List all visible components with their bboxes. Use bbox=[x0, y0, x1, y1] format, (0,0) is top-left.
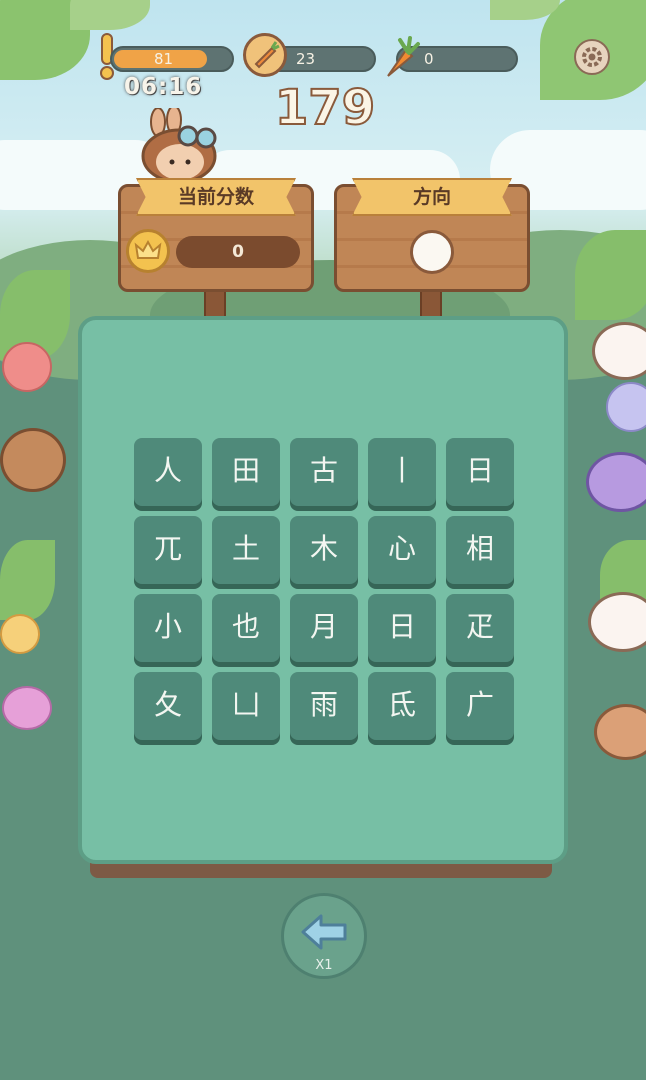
character-tile[interactable]: 雨 bbox=[290, 672, 358, 740]
character-tile[interactable]: 疋 bbox=[446, 594, 514, 662]
carrot-coin-value: 23 bbox=[296, 50, 316, 68]
character-tile[interactable]: 日 bbox=[368, 594, 436, 662]
character-tile[interactable]: 相 bbox=[446, 516, 514, 584]
bunny-aviator-character bbox=[0, 428, 66, 492]
character-tile[interactable]: 木 bbox=[290, 516, 358, 584]
character-tile[interactable]: 也 bbox=[212, 594, 280, 662]
flower-decoration bbox=[2, 342, 52, 392]
current-score-value: 0 bbox=[176, 236, 300, 268]
game-scene: 81 23 0 06:16 179 当前分数 方向 0 人 田 古 丨 日 兀 … bbox=[0, 0, 646, 1080]
crown-icon bbox=[126, 229, 170, 273]
direction-label: 方向 bbox=[352, 178, 512, 216]
energy-bar: 81 bbox=[110, 46, 234, 72]
carrot-coin-icon bbox=[243, 33, 287, 77]
character-tile[interactable]: 月 bbox=[290, 594, 358, 662]
character-tile[interactable]: 日 bbox=[446, 438, 514, 506]
flower-decoration bbox=[0, 614, 40, 654]
character-tile[interactable]: 田 bbox=[212, 438, 280, 506]
character-tile[interactable]: 丨 bbox=[368, 438, 436, 506]
bunny-aviator-mascot bbox=[138, 105, 220, 184]
leaf-decoration bbox=[0, 540, 55, 620]
leaf-decoration bbox=[575, 230, 646, 320]
character-tile[interactable]: 氐 bbox=[368, 672, 436, 740]
current-score-label: 当前分数 bbox=[136, 178, 296, 216]
character-grid: 人田古丨日兀土木心相小也月日疋夂凵雨氐广 bbox=[134, 438, 516, 740]
character-tile[interactable]: 广 bbox=[446, 672, 514, 740]
undo-count: X1 bbox=[315, 958, 333, 973]
undo-back-button[interactable]: X1 bbox=[281, 893, 367, 979]
character-tile[interactable]: 人 bbox=[134, 438, 202, 506]
settings-gear-icon[interactable] bbox=[574, 39, 610, 75]
character-tile[interactable]: 夂 bbox=[134, 672, 202, 740]
back-arrow-icon bbox=[299, 912, 351, 956]
character-tile[interactable]: 兀 bbox=[134, 516, 202, 584]
character-tile[interactable]: 小 bbox=[134, 594, 202, 662]
flower-decoration bbox=[2, 686, 52, 730]
character-tile[interactable]: 凵 bbox=[212, 672, 280, 740]
character-tile[interactable]: 心 bbox=[368, 516, 436, 584]
character-tile[interactable]: 土 bbox=[212, 516, 280, 584]
character-tile[interactable]: 古 bbox=[290, 438, 358, 506]
direction-indicator bbox=[410, 230, 454, 274]
carrot-value: 0 bbox=[424, 50, 434, 68]
carrot-icon bbox=[380, 32, 420, 80]
energy-value: 81 bbox=[154, 50, 174, 68]
countdown-timer: 06:16 bbox=[124, 74, 203, 100]
total-score: 179 bbox=[274, 79, 376, 137]
